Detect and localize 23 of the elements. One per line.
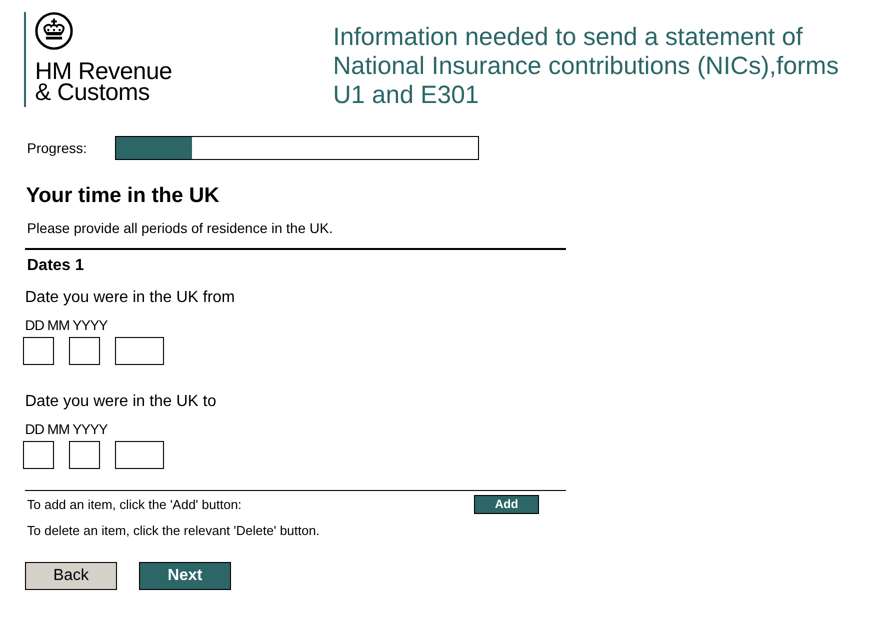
month-field[interactable] [69, 337, 100, 365]
field-label: Date you were in the UK from [25, 288, 235, 307]
back-button[interactable]: Back [25, 562, 117, 590]
next-button[interactable]: Next [139, 562, 231, 590]
logo-text: & Customs [35, 82, 150, 103]
field-hint: DD MM YYYY [25, 317, 108, 333]
crown-icon [35, 12, 73, 50]
logo-text: HM Revenue [35, 61, 172, 82]
field-label: Date you were in the UK to [25, 392, 216, 411]
intro-text: Please provide all periods of residence in the UK. [27, 220, 334, 237]
section-heading: Your time in the UK [26, 184, 220, 208]
field-hint: DD MM YYYY [25, 421, 108, 437]
add-button[interactable]: Add [474, 495, 539, 514]
year-field[interactable] [115, 337, 164, 365]
progress-label: Progress: [26, 140, 88, 156]
day-field[interactable] [23, 441, 54, 469]
year-field[interactable] [115, 441, 164, 469]
day-field[interactable] [23, 337, 54, 365]
page-title: Information needed to send a statement of National Insurance contributions (NICs),forms U1 and E301 [333, 23, 840, 110]
item-title: Dates 1 [27, 256, 84, 275]
add-instruction: To add an item, click the 'Add' button: [26, 497, 242, 512]
delete-instruction: To delete an item, click the relevant 'Delete' button. [26, 523, 320, 538]
month-field[interactable] [69, 441, 100, 469]
